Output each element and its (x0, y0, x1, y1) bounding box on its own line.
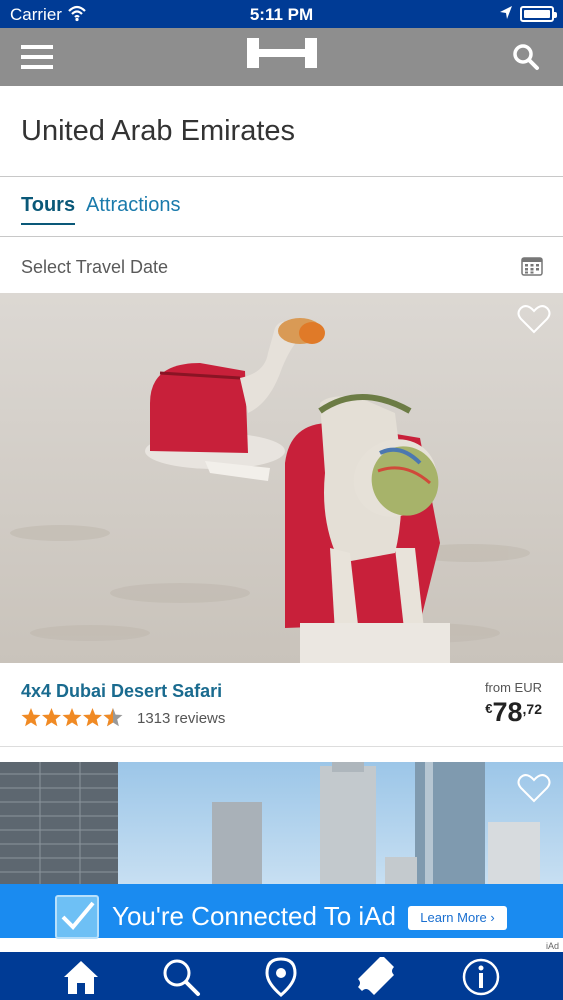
favorite-heart-icon[interactable] (517, 772, 551, 804)
tab-tours[interactable]: Tours (21, 194, 76, 225)
status-time: 5:11 PM (249, 5, 314, 24)
battery-icon (520, 6, 557, 22)
tab-map[interactable] (259, 956, 303, 998)
navbar (0, 28, 563, 86)
hostelworld-h-logo (247, 38, 317, 68)
rating-stars-icon (21, 708, 123, 727)
tab-home[interactable] (59, 956, 103, 998)
ad-banner[interactable]: You're Connected To iAd Learn More › iAd (0, 884, 563, 952)
menu-button[interactable] (8, 28, 66, 86)
bottom-tab-bar (0, 952, 563, 1000)
favorite-heart-icon[interactable] (517, 303, 551, 335)
review-count: 1313 reviews (137, 710, 226, 727)
tour-image-camels[interactable] (0, 293, 563, 663)
checkmark-icon (55, 895, 99, 939)
tab-tickets[interactable] (354, 956, 398, 998)
tab-attractions[interactable]: Attractions (86, 194, 180, 217)
search-button[interactable] (497, 28, 555, 86)
travel-date-label: Select Travel Date (21, 257, 169, 277)
location-pin-icon (265, 957, 297, 997)
price-prefix: from EUR (484, 680, 542, 695)
page-title: United Arab Emirates (21, 115, 296, 147)
learn-more-label: Learn More (420, 910, 487, 925)
price-integer: 78 (492, 697, 523, 727)
status-bar: Carrier 5:11 PM (0, 0, 563, 28)
ad-tag: iAd (545, 941, 559, 951)
info-icon (462, 958, 500, 996)
divider (0, 236, 563, 237)
camels-in-desert-photo (0, 293, 563, 663)
ticket-icon (358, 957, 394, 995)
location-arrow-icon (498, 4, 514, 27)
divider (0, 176, 563, 177)
home-icon (64, 961, 98, 994)
learn-more-button[interactable]: Learn More › (408, 906, 507, 930)
dubai-skyscrapers-photo (0, 762, 563, 884)
price: €78,72 (485, 697, 542, 728)
tour-image-skyline[interactable] (0, 762, 563, 884)
tabs: Tours Attractions (0, 178, 563, 236)
tab-search[interactable] (159, 956, 203, 998)
search-icon (513, 44, 539, 70)
search-icon (163, 959, 200, 996)
app-root: Carrier 5:11 PM United Arab Emirates Tou… (0, 0, 563, 1000)
calendar-icon (521, 257, 543, 276)
price-currency: € (485, 701, 493, 716)
tab-info[interactable] (459, 956, 503, 998)
tour-card-info: 4x4 Dubai Desert Safari 1313 reviews fro… (0, 663, 563, 747)
price-decimal: ,72 (522, 701, 542, 717)
travel-date-selector[interactable]: Select Travel Date (0, 238, 563, 293)
hamburger-menu-icon (21, 45, 53, 69)
tour-title[interactable]: 4x4 Dubai Desert Safari (21, 681, 222, 702)
ad-text: You're Connected To iAd (112, 901, 396, 931)
